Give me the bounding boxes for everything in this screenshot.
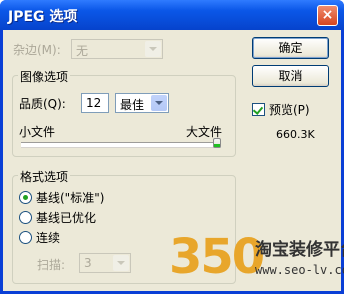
dialog-body: 杂边(M): 无 图像选项 品质(Q): 12 最佳 小文件 大文件 确定 取消… [3,30,344,291]
checkmark-icon [252,104,264,115]
quality-preset-select[interactable]: 最佳 [115,93,169,113]
chevron-down-icon [149,47,157,51]
image-options-title: 图像选项 [18,68,71,85]
preview-checkbox[interactable] [252,103,265,116]
chevron-down-icon [117,261,125,265]
window-title: JPEG 选项 [8,9,78,25]
baseline-standard-label[interactable]: 基线("标准") [36,189,104,206]
watermark-number: 350 [169,229,265,285]
scans-label: 扫描: [37,258,66,272]
preview-label[interactable]: 预览(P) [269,101,310,118]
quality-input[interactable]: 12 [81,93,109,113]
radio-baseline-optimized[interactable] [19,211,32,224]
chevron-down-icon [155,101,163,105]
matte-dropdown-arrow [145,41,161,57]
matte-select[interactable]: 无 [71,39,163,59]
jpeg-options-dialog: JPEG 选项 × 杂边(M): 无 图像选项 品质(Q): 12 最佳 小文件… [0,0,344,294]
watermark-url: www.seo-lv.com [255,263,344,277]
scans-value: 3 [84,256,92,270]
scans-dropdown-arrow [113,255,129,271]
matte-value: 无 [76,44,89,58]
quality-preset-value: 最佳 [120,98,145,112]
quality-preset-dropdown-arrow [151,95,167,111]
progressive-label[interactable]: 连续 [36,229,60,246]
radio-progressive[interactable] [19,231,32,244]
quality-slider-thumb[interactable] [213,138,221,148]
quality-slider-track[interactable] [21,142,221,147]
ok-button[interactable]: 确定 [252,37,329,59]
scans-select[interactable]: 3 [79,253,131,273]
format-options-title: 格式选项 [18,168,71,185]
close-button[interactable]: × [317,5,338,26]
close-icon: × [321,7,334,23]
matte-label: 杂边(M): [13,43,61,57]
radio-selected-dot [23,195,28,200]
watermark-text: 淘宝装修平台 [255,240,344,260]
baseline-optimized-label[interactable]: 基线已优化 [36,209,96,226]
preview-file-size: 660.3K [276,128,315,141]
watermark-logo: 350 淘宝装修平台 www.seo-lv.com [169,225,344,291]
quality-label: 品质(Q): [19,97,66,111]
radio-baseline-standard[interactable] [19,191,32,204]
small-file-label: 小文件 [19,125,56,139]
cancel-button[interactable]: 取消 [252,65,329,87]
title-bar[interactable]: JPEG 选项 × [0,0,344,30]
quality-value: 12 [86,96,102,110]
